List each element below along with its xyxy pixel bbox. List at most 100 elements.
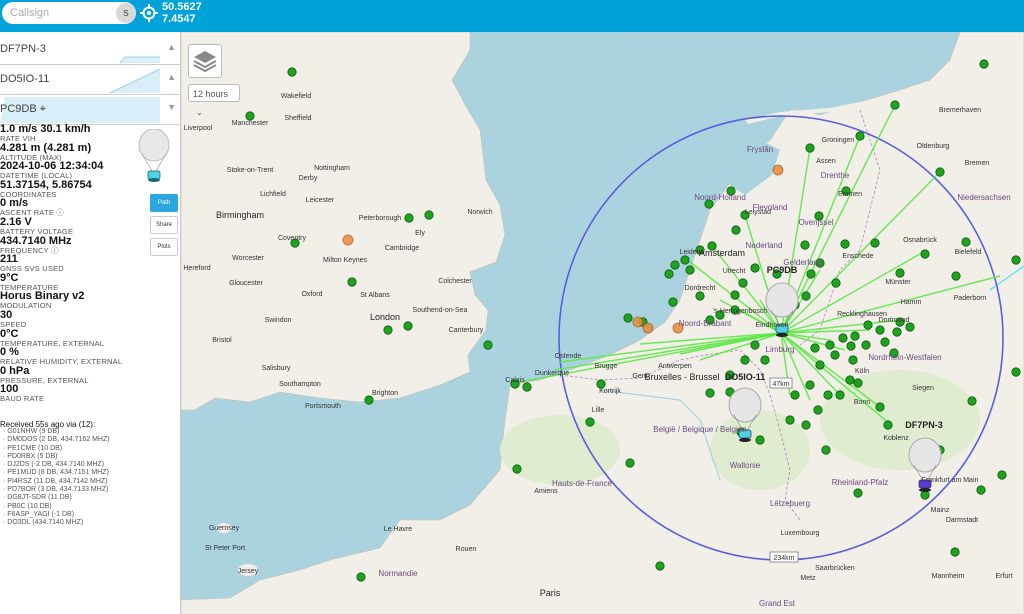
inactive-station-icon[interactable] bbox=[772, 164, 784, 176]
receiver-station-icon[interactable] bbox=[585, 417, 595, 427]
receiver-station-icon[interactable] bbox=[287, 67, 297, 77]
receiver-station-icon[interactable] bbox=[825, 340, 835, 350]
receiver-station-icon[interactable] bbox=[801, 291, 811, 301]
receiver-station-icon[interactable] bbox=[815, 360, 825, 370]
path-button[interactable]: Path bbox=[150, 194, 178, 212]
receiver-station-icon[interactable] bbox=[404, 213, 414, 223]
receiver-station-icon[interactable] bbox=[750, 340, 760, 350]
search-button[interactable]: s bbox=[116, 3, 136, 23]
receiver-station-icon[interactable] bbox=[848, 355, 858, 365]
collapse-up-icon[interactable]: ▲ bbox=[167, 42, 176, 52]
inactive-station-icon[interactable] bbox=[342, 234, 354, 246]
receiver-station-icon[interactable] bbox=[695, 291, 705, 301]
time-range-select[interactable]: 12 hours ⌄ bbox=[188, 84, 240, 117]
plots-button[interactable]: Plots bbox=[150, 238, 178, 256]
receiver-station-icon[interactable] bbox=[245, 111, 255, 121]
receiver-station-icon[interactable] bbox=[961, 237, 971, 247]
receiver-station-icon[interactable] bbox=[810, 343, 820, 353]
receiver-station-icon[interactable] bbox=[731, 225, 741, 235]
receiver-station-icon[interactable] bbox=[364, 395, 374, 405]
receiver-station-icon[interactable] bbox=[522, 382, 532, 392]
receiver-station-icon[interactable] bbox=[892, 327, 902, 337]
receiver-station-icon[interactable] bbox=[920, 249, 930, 259]
balloon-df7pn-icon[interactable] bbox=[908, 437, 942, 473]
receiver-station-icon[interactable] bbox=[705, 388, 715, 398]
receiver-station-icon[interactable] bbox=[685, 265, 695, 275]
receiver-station-icon[interactable] bbox=[680, 255, 690, 265]
receiver-station-icon[interactable] bbox=[790, 390, 800, 400]
receiver-station-icon[interactable] bbox=[424, 210, 434, 220]
receiver-station-icon[interactable] bbox=[835, 390, 845, 400]
receiver-station-icon[interactable] bbox=[875, 402, 885, 412]
receiver-station-icon[interactable] bbox=[738, 278, 748, 288]
receiver-station-icon[interactable] bbox=[800, 240, 810, 250]
receiver-station-icon[interactable] bbox=[967, 396, 977, 406]
receiver-station-icon[interactable] bbox=[855, 131, 865, 141]
locate-crosshair-icon[interactable] bbox=[140, 4, 158, 22]
receiver-station-icon[interactable] bbox=[655, 561, 665, 571]
track-item-df7pn-3[interactable]: DF7PN-3 ▲ bbox=[0, 35, 180, 65]
receiver-station-icon[interactable] bbox=[596, 379, 606, 389]
map-view[interactable]: PC9DB DO5IO-11 DF7PN-3 234km 47km Manchester S… bbox=[181, 32, 1024, 614]
receiver-station-icon[interactable] bbox=[935, 167, 945, 177]
receiver-station-icon[interactable] bbox=[997, 470, 1007, 480]
receiver-station-icon[interactable] bbox=[760, 355, 770, 365]
receiver-station-icon[interactable] bbox=[845, 375, 855, 385]
receiver-station-icon[interactable] bbox=[950, 547, 960, 557]
inactive-station-icon[interactable] bbox=[632, 316, 644, 328]
receiver-station-icon[interactable] bbox=[920, 490, 930, 500]
share-button[interactable]: Share bbox=[150, 216, 178, 234]
receiver-station-icon[interactable] bbox=[801, 420, 811, 430]
receiver-station-icon[interactable] bbox=[840, 239, 850, 249]
receiver-station-icon[interactable] bbox=[805, 380, 815, 390]
receiver-station-icon[interactable] bbox=[823, 390, 833, 400]
receiver-station-icon[interactable] bbox=[861, 340, 871, 350]
receiver-station-icon[interactable] bbox=[750, 263, 760, 273]
receiver-station-icon[interactable] bbox=[1011, 255, 1021, 265]
inactive-station-icon[interactable] bbox=[642, 322, 654, 334]
receiver-station-icon[interactable] bbox=[853, 488, 863, 498]
collapse-down-icon[interactable]: ▼ bbox=[167, 102, 176, 112]
receiver-station-icon[interactable] bbox=[831, 278, 841, 288]
receiver-station-icon[interactable] bbox=[670, 260, 680, 270]
receiver-station-icon[interactable] bbox=[830, 350, 840, 360]
receiver-station-icon[interactable] bbox=[875, 325, 885, 335]
receiver-station-icon[interactable] bbox=[625, 458, 635, 468]
receiver-station-icon[interactable] bbox=[883, 420, 893, 430]
receiver-station-icon[interactable] bbox=[668, 297, 678, 307]
receiver-station-icon[interactable] bbox=[806, 269, 816, 279]
receiver-station-icon[interactable] bbox=[951, 271, 961, 281]
receiver-station-icon[interactable] bbox=[870, 238, 880, 248]
receiver-station-icon[interactable] bbox=[356, 572, 366, 582]
receiver-station-icon[interactable] bbox=[383, 325, 393, 335]
receiver-station-icon[interactable] bbox=[863, 320, 873, 330]
receiver-station-icon[interactable] bbox=[740, 355, 750, 365]
receiver-station-icon[interactable] bbox=[805, 143, 815, 153]
receiver-station-icon[interactable] bbox=[347, 277, 357, 287]
receiver-station-icon[interactable] bbox=[1011, 367, 1021, 377]
receiver-station-icon[interactable] bbox=[730, 290, 740, 300]
track-item-pc9db[interactable]: PC9DB ⌖ ▼ bbox=[0, 95, 180, 125]
receiver-station-icon[interactable] bbox=[838, 333, 848, 343]
receiver-station-icon[interactable] bbox=[512, 464, 522, 474]
track-item-do5io-11[interactable]: DO5IO-11 ▲ bbox=[0, 65, 180, 95]
receiver-station-icon[interactable] bbox=[623, 313, 633, 323]
receiver-station-icon[interactable] bbox=[813, 405, 823, 415]
balloon-pc9db-icon[interactable] bbox=[765, 282, 799, 318]
layers-button[interactable] bbox=[188, 44, 222, 78]
receiver-station-icon[interactable] bbox=[821, 445, 831, 455]
receiver-station-icon[interactable] bbox=[403, 321, 413, 331]
receiver-station-icon[interactable] bbox=[850, 331, 860, 341]
map-canvas[interactable]: PC9DBDO5IO-11DF7PN-3234km47kmManchesterS… bbox=[181, 32, 1024, 614]
receiver-station-icon[interactable] bbox=[664, 269, 674, 279]
receiver-station-icon[interactable] bbox=[905, 322, 915, 332]
receiver-station-icon[interactable] bbox=[483, 340, 493, 350]
receiver-station-icon[interactable] bbox=[890, 100, 900, 110]
receiver-station-icon[interactable] bbox=[785, 415, 795, 425]
receiver-station-icon[interactable] bbox=[755, 435, 765, 445]
receiver-station-icon[interactable] bbox=[979, 59, 989, 69]
receiver-station-icon[interactable] bbox=[846, 341, 856, 351]
receiver-station-icon[interactable] bbox=[853, 378, 863, 388]
receiver-station-icon[interactable] bbox=[895, 268, 905, 278]
balloon-do5io-icon[interactable] bbox=[728, 387, 762, 423]
